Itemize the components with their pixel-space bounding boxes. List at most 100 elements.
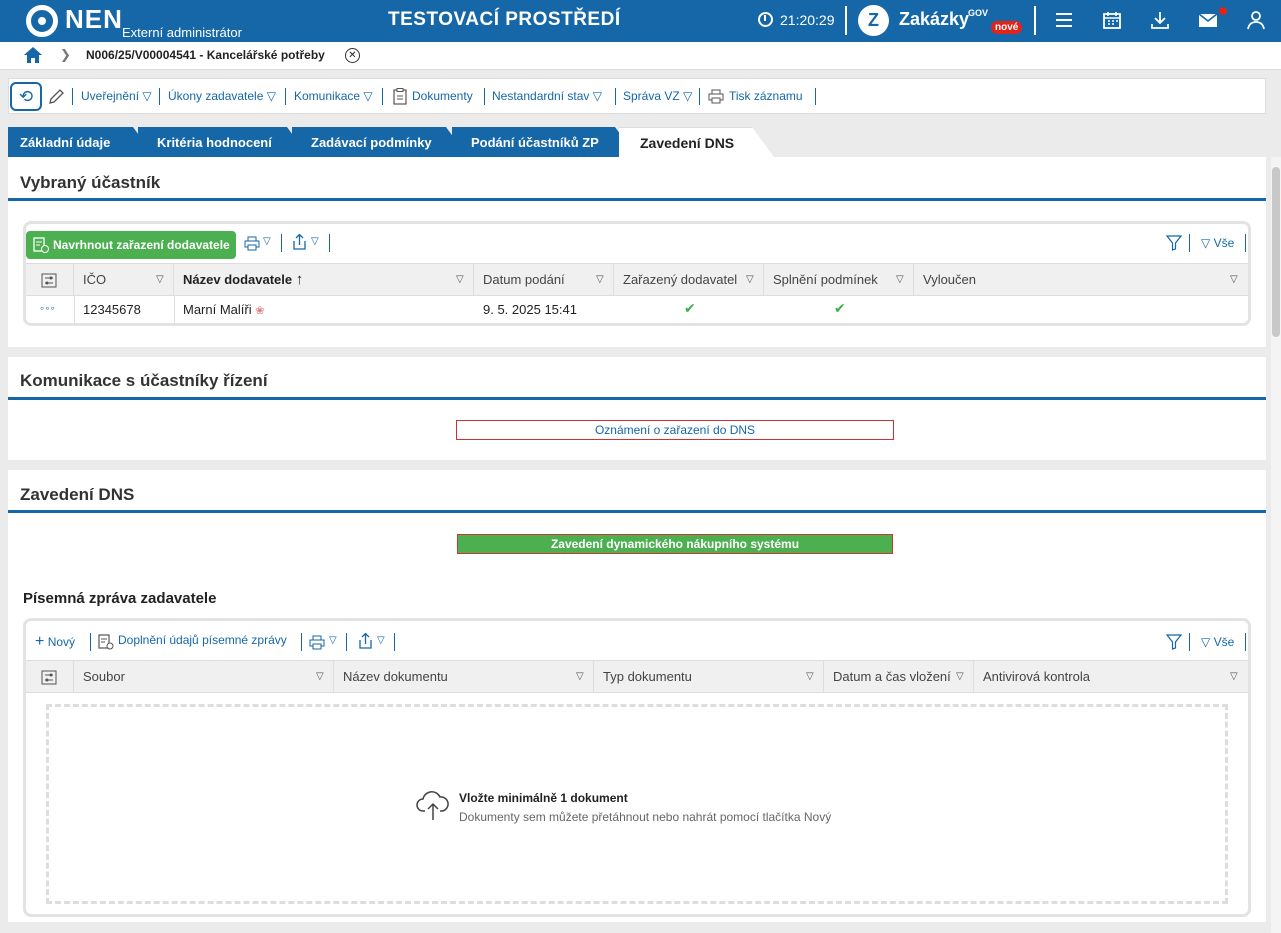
column-filter-icon[interactable]: ▽ — [746, 264, 754, 296]
divider — [72, 88, 73, 105]
cell-divider — [74, 296, 75, 324]
filter-all-dropdown[interactable]: ▽ Vše — [1201, 635, 1234, 649]
column-soubor[interactable]: Soubor ▽ — [74, 661, 334, 693]
column-filter-icon[interactable]: ▽ — [806, 661, 814, 693]
app-logo-text[interactable]: NEN — [65, 4, 123, 35]
export-icon[interactable] — [292, 234, 307, 250]
menu-komunikace[interactable]: Komunikace ▽ — [294, 89, 373, 103]
column-filter-icon[interactable]: ▽ — [456, 264, 464, 296]
divider — [1245, 234, 1246, 252]
menu-tisk-zaznamu[interactable]: Tisk záznamu — [729, 89, 803, 103]
communication-panel: Komunikace s účastníky řízení Oznámení o… — [8, 357, 1266, 460]
menu-icon[interactable] — [1053, 9, 1075, 31]
column-typ-dokumentu[interactable]: Typ dokumentu ▽ — [594, 661, 824, 693]
download-icon[interactable] — [1149, 9, 1171, 31]
chevron-down-icon[interactable]: ▽ — [329, 635, 337, 646]
column-settings-cell[interactable] — [26, 661, 74, 693]
document-icon — [393, 88, 407, 105]
column-filter-icon[interactable]: ▽ — [596, 264, 604, 296]
column-filter-icon[interactable]: ▽ — [156, 264, 164, 296]
divider — [394, 633, 395, 651]
notification-dns-button[interactable]: Oznámení o zařazení do DNS — [456, 420, 894, 440]
user-icon[interactable] — [1245, 9, 1267, 31]
check-icon: ✔ — [684, 300, 696, 316]
menu-nestandardni-stav[interactable]: Nestandardní stav ▽ — [492, 89, 602, 103]
file-dropzone[interactable]: Vložte minimálně 1 dokument Dokumenty se… — [46, 704, 1228, 904]
propose-supplier-button[interactable]: Navrhnout zařazení dodavatele — [26, 231, 236, 259]
breadcrumb: ❯ N006/25/V00004541 - Kancelářské potřeb… — [0, 42, 1281, 70]
print-icon[interactable] — [244, 236, 260, 251]
tab-kriteria-hodnoceni[interactable]: Kritéria hodnocení — [138, 127, 309, 157]
column-nazev-dokumentu[interactable]: Název dokumentu ▽ — [334, 661, 594, 693]
column-filter-icon[interactable]: ▽ — [1230, 264, 1238, 296]
chevron-down-icon[interactable]: ▽ — [263, 236, 271, 247]
column-filter-icon[interactable]: ▽ — [576, 661, 584, 693]
establish-dns-button[interactable]: Zavedení dynamického nákupního systému — [457, 534, 893, 554]
table-row[interactable]: ◦◦◦ 12345678 Marní Malíři ❀ 9. 5. 2025 1… — [26, 296, 1248, 324]
tab-podani-ucastniku[interactable]: Podání účastníků ZP — [452, 127, 637, 157]
column-ico[interactable]: IČO ▽ — [74, 264, 174, 296]
column-settings-cell[interactable] — [26, 264, 74, 296]
column-filter-icon[interactable]: ▽ — [956, 661, 964, 693]
close-icon[interactable]: ✕ — [345, 48, 360, 63]
cell-divider — [174, 296, 175, 324]
menu-dokumenty[interactable]: Dokumenty — [412, 89, 473, 103]
column-nazev-dodavatele[interactable]: Název dodavatele ↑ ▽ — [174, 264, 474, 296]
grid-header: Soubor ▽ Název dokumentu ▽ Typ dokumentu ▽ … — [26, 660, 1248, 693]
column-datum-vlozeni[interactable]: Datum a čas vložení ▽ — [824, 661, 974, 693]
export-icon[interactable] — [358, 633, 373, 649]
divider — [329, 234, 330, 252]
tab-zadavaci-podminky[interactable]: Zadávací podmínky — [292, 127, 468, 157]
column-zarazeny-dodavatel[interactable]: Zařazený dodavatel ▽ — [614, 264, 764, 296]
nen-logo-icon[interactable] — [26, 5, 58, 37]
column-settings-icon[interactable] — [41, 670, 57, 685]
calendar-icon[interactable] — [1101, 9, 1123, 31]
filter-all-dropdown[interactable]: ▽ Vše — [1201, 236, 1234, 250]
document-add-icon — [33, 237, 49, 253]
mail-icon[interactable] — [1197, 9, 1219, 31]
refresh-button[interactable]: ⟲ — [10, 82, 42, 111]
row-actions-icon[interactable]: ◦◦◦ — [40, 301, 56, 315]
scrollbar-track[interactable] — [1271, 157, 1281, 933]
home-icon[interactable] — [23, 46, 43, 64]
menu-uverejneni[interactable]: Uveřejnění ▽ — [81, 89, 152, 103]
new-badge: nové — [991, 21, 1023, 34]
column-datum-podani[interactable]: Datum podání ▽ — [474, 264, 614, 296]
chevron-down-icon[interactable]: ▽ — [377, 635, 385, 646]
section-title: Zavedení DNS — [20, 485, 135, 504]
divider — [159, 88, 160, 105]
chevron-down-icon[interactable]: ▽ — [311, 236, 319, 247]
new-button[interactable]: + Nový — [35, 633, 75, 651]
cell-supplier-name: Marní Malíři ❀ — [183, 302, 265, 317]
zakazky-link[interactable]: Zakázky — [899, 9, 969, 30]
edit-icon[interactable] — [48, 88, 65, 105]
fill-report-button[interactable]: Doplnění údajů písemné zprávy — [118, 633, 287, 647]
menu-ukony-zadavatele[interactable]: Úkony zadavatele ▽ — [168, 89, 276, 103]
notification-dot — [1219, 7, 1227, 15]
user-role: Externí administrátor — [122, 25, 242, 40]
report-title: Písemná zpráva zadavatele — [23, 590, 217, 607]
participant-grid: Navrhnout zařazení dodavatele ▽ ▽ ▽ Vše … — [23, 221, 1251, 326]
scrollbar-thumb[interactable] — [1272, 167, 1280, 337]
sort-asc-icon[interactable]: ↑ — [296, 271, 304, 288]
column-splneni-podminek[interactable]: Splnění podmínek ▽ — [764, 264, 914, 296]
column-antivirova-kontrola[interactable]: Antivirová kontrola ▽ — [974, 661, 1248, 693]
tab-zavedeni-dns[interactable]: Zavedení DNS — [619, 127, 774, 157]
breadcrumb-current[interactable]: N006/25/V00004541 - Kancelářské potřeby — [86, 48, 325, 62]
zakazky-gov-label: GOV — [968, 8, 989, 18]
column-filter-icon[interactable]: ▽ — [1230, 661, 1238, 693]
tab-zakladni-udaje[interactable]: Základní údaje — [8, 127, 155, 157]
divider — [1245, 633, 1246, 651]
column-filter-icon[interactable]: ▽ — [316, 661, 324, 693]
column-settings-icon[interactable] — [41, 273, 57, 288]
filter-icon[interactable] — [1166, 634, 1182, 650]
divider — [90, 633, 91, 651]
zakazky-logo-icon[interactable]: Z — [858, 5, 889, 36]
print-icon[interactable] — [309, 635, 325, 650]
column-filter-icon[interactable]: ▽ — [896, 264, 904, 296]
report-grid: + Nový Doplnění údajů písemné zprávy ▽ ▽… — [23, 618, 1251, 917]
cell-submission-date: 9. 5. 2025 15:41 — [483, 302, 577, 317]
menu-sprava-vz[interactable]: Správa VZ ▽ — [623, 89, 692, 103]
filter-icon[interactable] — [1166, 235, 1182, 251]
column-vyloucen[interactable]: Vyloučen ▽ — [914, 264, 1248, 296]
